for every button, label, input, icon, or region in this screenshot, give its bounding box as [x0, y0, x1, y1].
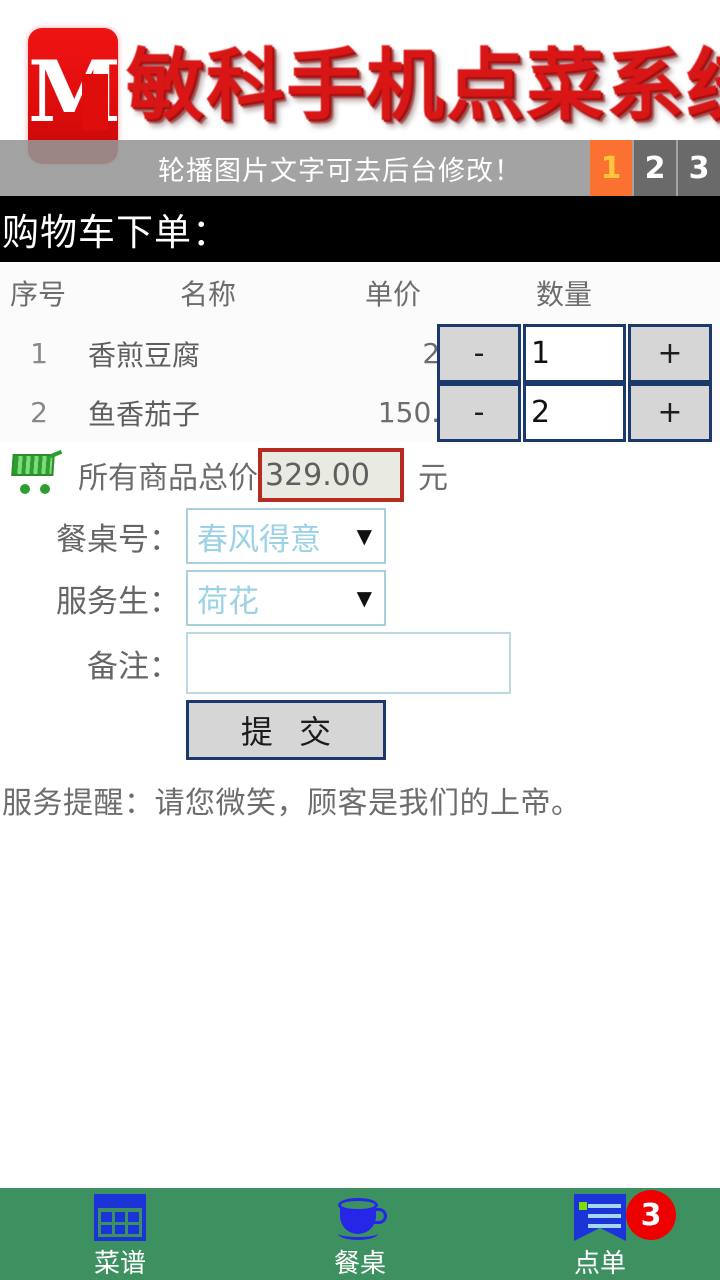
- chevron-down-icon: ▼: [356, 524, 372, 548]
- quantity-input[interactable]: 2: [523, 383, 626, 442]
- table-no-value: 春风得意: [197, 521, 321, 558]
- column-header-qty: 数量: [535, 278, 592, 311]
- cart-table-header: 序号 名称 单价 数量: [0, 262, 720, 324]
- row-item-name: 鱼香茄子: [88, 397, 201, 431]
- banner-title: 敏科手机点菜系统: [126, 41, 720, 131]
- cart-total-row: 所有商品总价 329.00 元: [0, 444, 720, 506]
- banner-pagination[interactable]: 1 2 3: [588, 140, 720, 196]
- banner-dot-2[interactable]: 2: [634, 140, 676, 196]
- order-form: 餐桌号： 春风得意 ▼ 服务生： 荷花 ▼ 备注： 提 交 服务提醒：请您微笑，…: [0, 508, 720, 822]
- banner-caption: 轮播图片文字可去后台修改！: [158, 155, 522, 187]
- banner-dot-1[interactable]: 1: [590, 140, 632, 196]
- table-no-label: 餐桌号：: [56, 521, 180, 558]
- total-value: 329.00: [258, 448, 404, 502]
- total-currency-unit: 元: [418, 461, 448, 496]
- waiter-value: 荷花: [197, 583, 259, 620]
- increment-button[interactable]: +: [628, 324, 712, 383]
- remark-input[interactable]: [186, 632, 511, 694]
- submit-row: 提 交: [0, 700, 720, 760]
- shopping-cart-icon: [6, 449, 63, 498]
- decrement-button[interactable]: -: [437, 383, 521, 442]
- increment-button[interactable]: +: [628, 383, 712, 442]
- submit-button[interactable]: 提 交: [186, 700, 386, 760]
- column-header-index: 序号: [10, 278, 67, 311]
- remark-label: 备注：: [87, 648, 180, 685]
- promo-banner[interactable]: M 敏科手机点菜系统 轮播图片文字可去后台修改！ 1 2 3: [0, 0, 720, 196]
- cart-table: 序号 名称 单价 数量 1 香煎豆腐 28 - 1 + 2 鱼香茄子 150.5…: [0, 262, 720, 442]
- banner-dot-3[interactable]: 3: [678, 140, 720, 196]
- nav-label-menu: 菜谱: [93, 1249, 146, 1279]
- logo-letter: M: [28, 42, 121, 141]
- page-title-bar: 购物车下单：: [0, 196, 720, 262]
- column-header-price: 单价: [364, 278, 421, 311]
- remark-row: 备注：: [0, 632, 720, 694]
- waiter-select[interactable]: 荷花 ▼: [186, 570, 386, 626]
- total-label: 所有商品总价: [78, 461, 258, 496]
- nav-item-menu[interactable]: 菜谱: [0, 1188, 240, 1280]
- bottom-navigation: 菜谱 餐桌 点单 3: [0, 1188, 720, 1280]
- order-count-badge: 3: [626, 1190, 676, 1240]
- quantity-input[interactable]: 1: [523, 324, 626, 383]
- table-row: 1 香煎豆腐 28 - 1 +: [0, 324, 720, 383]
- waiter-label: 服务生：: [56, 583, 180, 620]
- table-row: 2 鱼香茄子 150.5 - 2 +: [0, 383, 720, 442]
- waiter-row: 服务生： 荷花 ▼: [0, 570, 720, 626]
- submit-spacer: [0, 700, 186, 760]
- column-header-name: 名称: [179, 278, 236, 311]
- table-no-row: 餐桌号： 春风得意 ▼: [0, 508, 720, 564]
- nav-item-table[interactable]: 餐桌: [240, 1188, 480, 1280]
- row-item-name: 香煎豆腐: [88, 338, 201, 372]
- cup-icon: [334, 1194, 387, 1241]
- nav-label-table: 餐桌: [333, 1249, 386, 1279]
- menu-grid-icon: [94, 1194, 146, 1241]
- page-title: 购物车下单：: [2, 211, 230, 254]
- row-index: 1: [30, 337, 48, 370]
- nav-item-order[interactable]: 点单 3: [480, 1188, 720, 1280]
- chevron-down-icon: ▼: [356, 586, 372, 610]
- decrement-button[interactable]: -: [437, 324, 521, 383]
- service-reminder: 服务提醒：请您微笑，顾客是我们的上帝。: [2, 786, 582, 821]
- quantity-stepper[interactable]: - 1 +: [437, 324, 712, 383]
- quantity-stepper[interactable]: - 2 +: [437, 383, 712, 442]
- table-no-select[interactable]: 春风得意 ▼: [186, 508, 386, 564]
- order-bookmark-icon: [574, 1194, 626, 1241]
- nav-label-order: 点单: [573, 1249, 626, 1279]
- row-index: 2: [30, 396, 48, 429]
